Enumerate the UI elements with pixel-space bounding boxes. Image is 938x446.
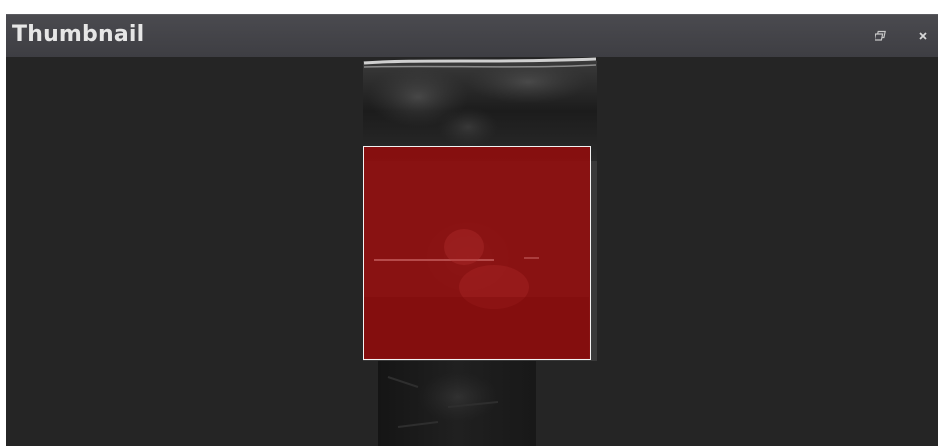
restore-button[interactable]	[872, 27, 890, 45]
close-icon	[919, 32, 927, 40]
thumbnail-canvas[interactable]	[6, 57, 938, 446]
viewport-texture	[364, 229, 589, 358]
close-button[interactable]	[914, 27, 932, 45]
restore-icon	[875, 30, 886, 41]
panel-titlebar[interactable]: Thumbnail	[6, 14, 938, 57]
viewport-indicator[interactable]	[363, 146, 591, 360]
panel-title: Thumbnail	[12, 22, 145, 47]
thumbnail-panel: Thumbnail	[6, 14, 938, 446]
